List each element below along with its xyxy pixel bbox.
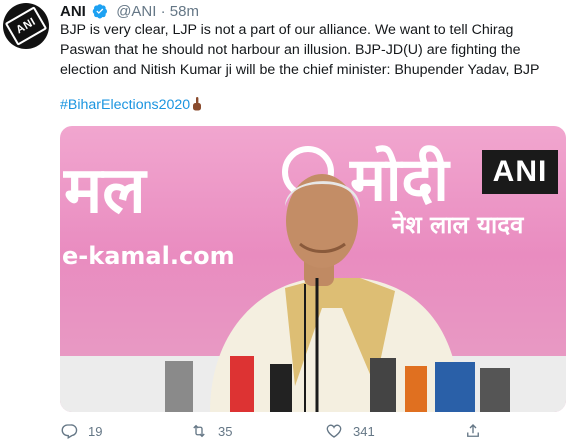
retweet-action[interactable]: 35	[190, 422, 232, 440]
hashtag-row: #BiharElections2020	[60, 95, 202, 115]
pointing-finger-emoji-icon	[192, 97, 202, 111]
tweet-text: BJP is very clear, LJP is not a part of …	[60, 22, 540, 78]
separator-dot: ·	[160, 3, 166, 20]
ani-logo: ANI	[4, 6, 48, 46]
author-name[interactable]: ANI	[60, 3, 86, 20]
timestamp[interactable]: 58m	[170, 3, 199, 20]
retweet-icon[interactable]	[190, 422, 208, 440]
reply-count: 19	[88, 423, 103, 439]
tweet-media-image[interactable]: मल मोदी नेश लाल यादव e-kamal.com ANI	[60, 126, 566, 412]
reply-icon[interactable]	[60, 422, 78, 440]
like-icon[interactable]	[325, 422, 343, 440]
author-handle[interactable]: @ANI	[116, 3, 156, 20]
speaker-figure	[165, 174, 510, 412]
avatar[interactable]: ANI	[3, 3, 49, 49]
like-action[interactable]: 341	[325, 422, 375, 440]
retweet-count: 35	[218, 423, 233, 439]
hashtag-link[interactable]: #BiharElections2020	[60, 97, 190, 113]
tweet-actions: 19 35 341	[60, 422, 560, 440]
like-count: 341	[353, 423, 375, 439]
share-action[interactable]	[464, 422, 482, 440]
reply-action[interactable]: 19	[60, 422, 102, 440]
share-icon[interactable]	[464, 422, 482, 440]
